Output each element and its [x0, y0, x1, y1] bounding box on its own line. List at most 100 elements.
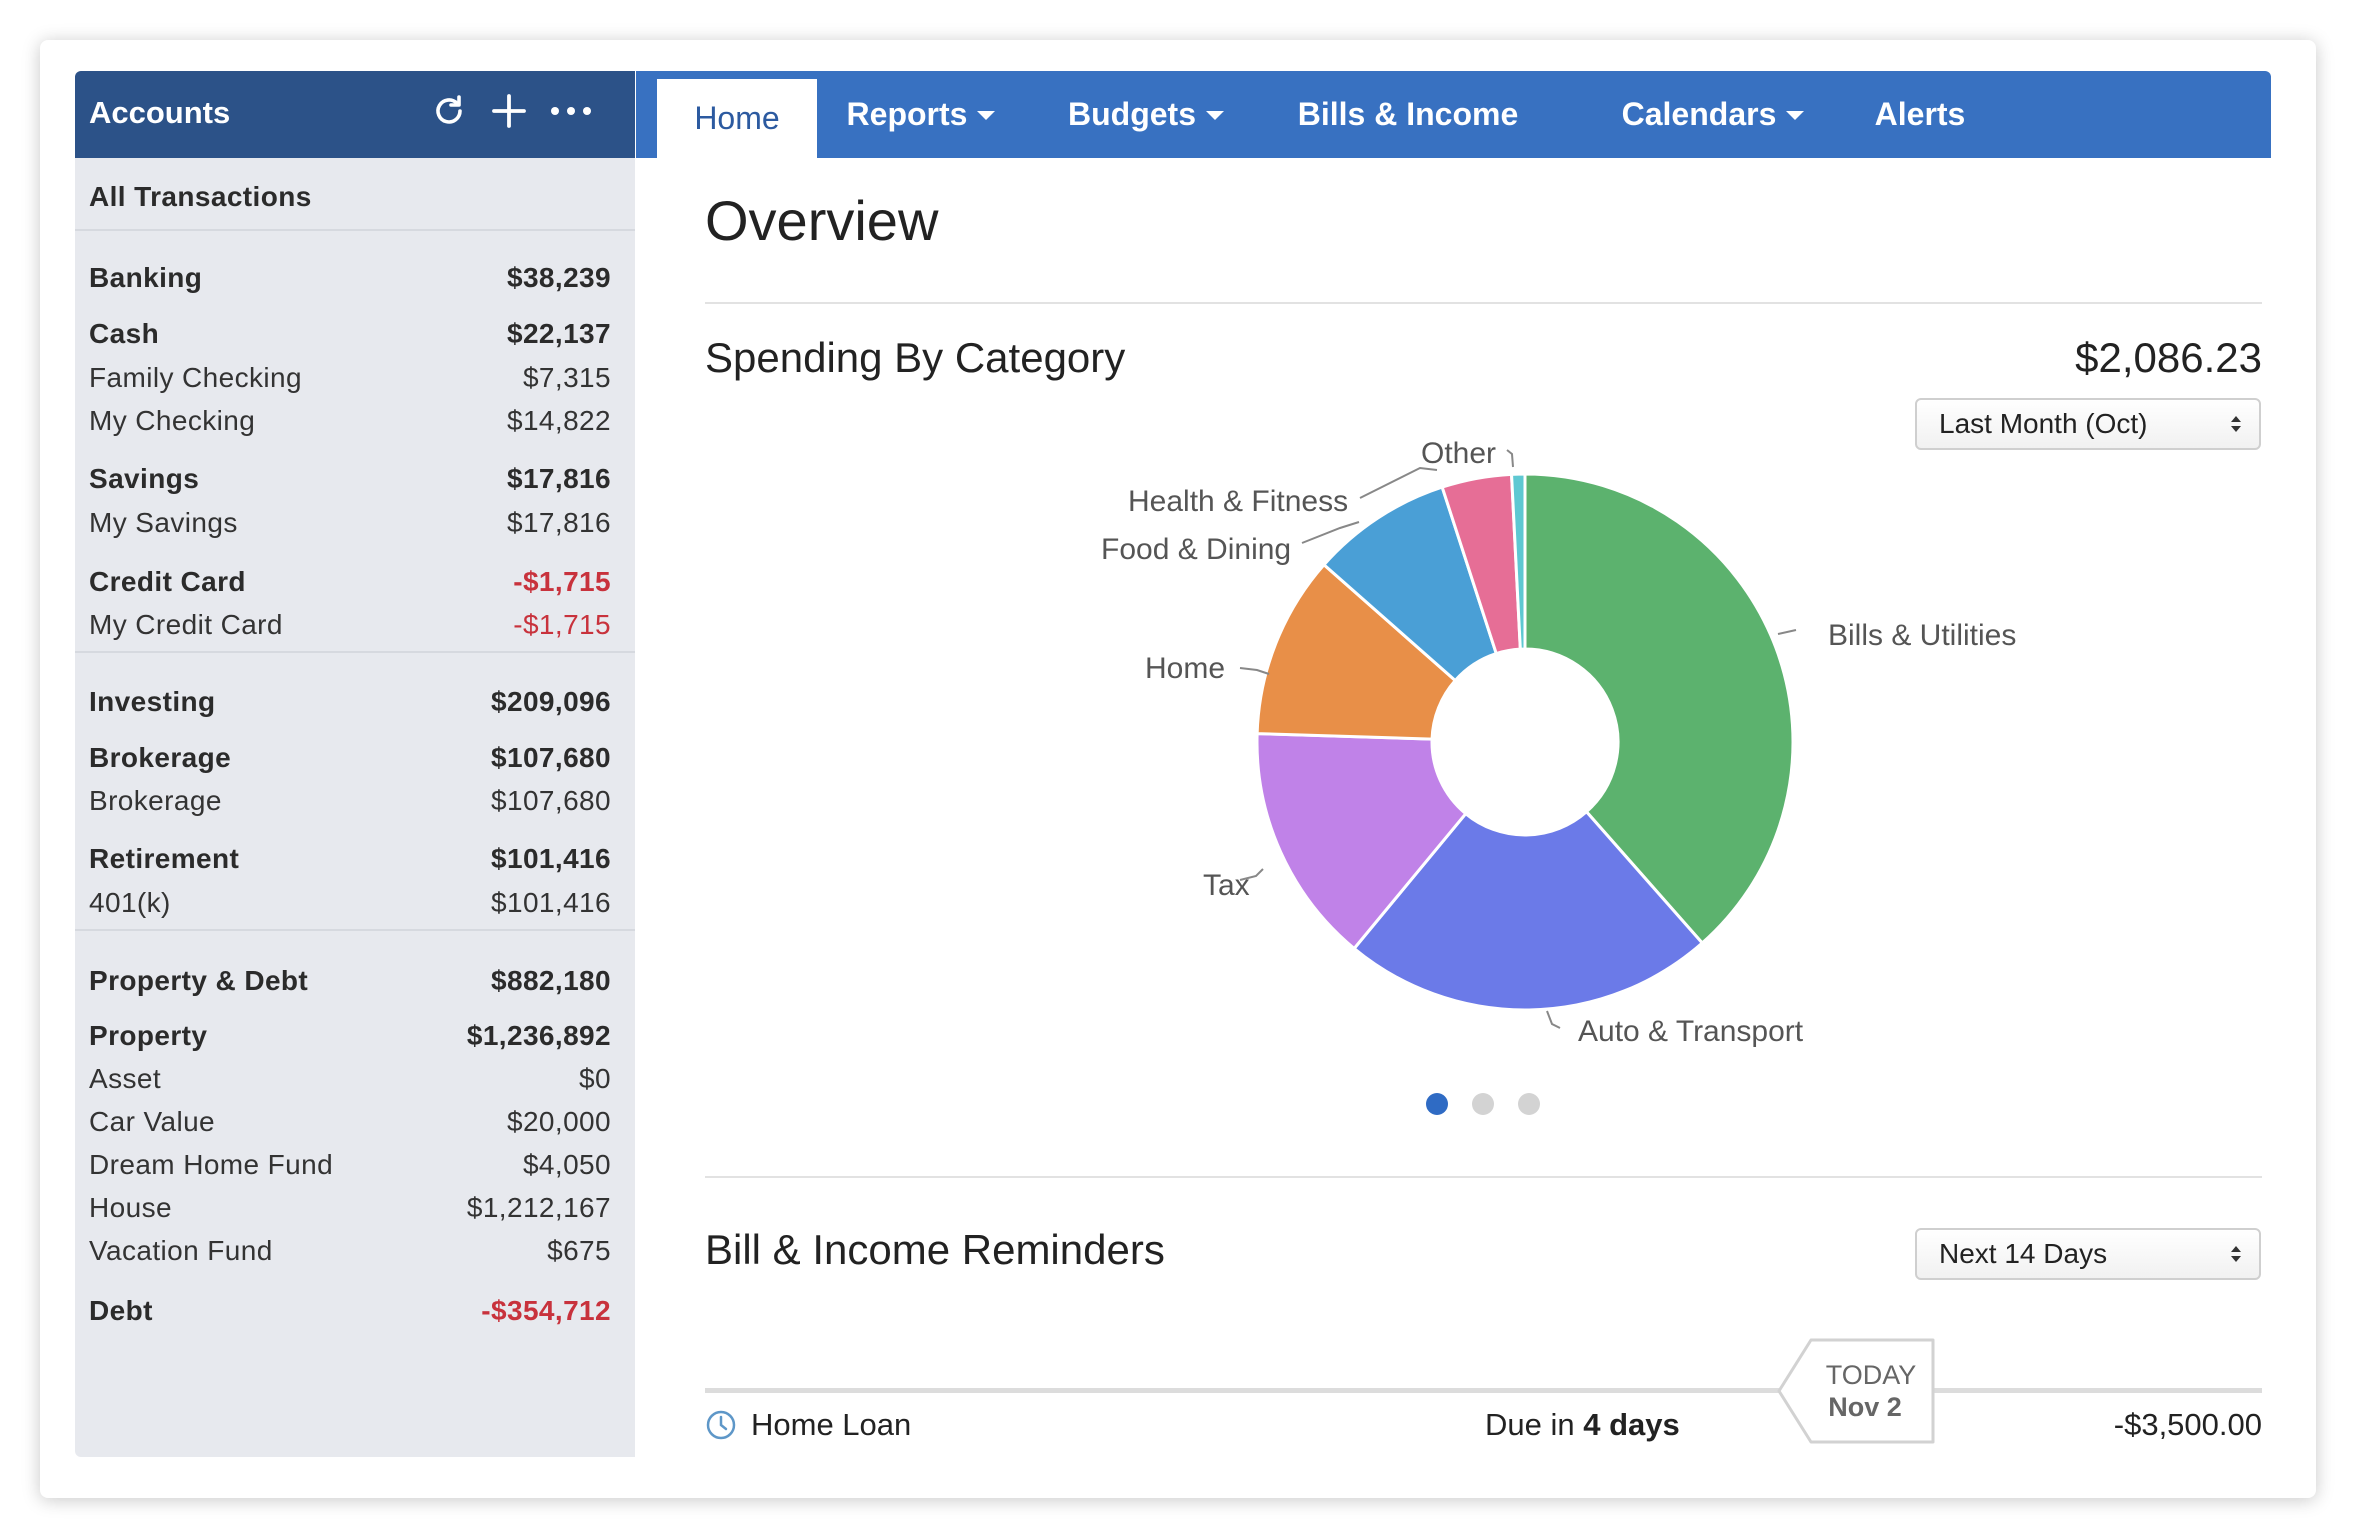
pie-label: Health & Fitness: [1128, 485, 1349, 518]
divider: [75, 929, 635, 931]
tab-label: Bills & Income: [1297, 96, 1519, 132]
divider: [75, 651, 635, 653]
divider: [705, 302, 2262, 304]
account-row[interactable]: Brokerage $107,680: [89, 742, 611, 774]
tab-label: Alerts: [1874, 96, 1966, 132]
reminder-amount: -$3,500.00: [2113, 1407, 2262, 1442]
range-select-value: Next 14 Days: [1939, 1238, 2108, 1269]
tab-bills-income[interactable]: Bills & Income: [1297, 71, 1519, 158]
tab-home[interactable]: Home: [657, 79, 817, 158]
account-row[interactable]: Investing $209,096: [89, 686, 611, 718]
account-balance: $0: [579, 1063, 611, 1094]
spending-donut-chart: [1239, 449, 1797, 1029]
page-title: Overview: [705, 189, 939, 252]
account-balance: $209,096: [491, 686, 611, 717]
account-name: 401(k): [89, 887, 171, 918]
tab-label: Home: [694, 100, 780, 136]
tab-alerts[interactable]: Alerts: [1870, 71, 1970, 158]
account-balance: $38,239: [506, 262, 611, 293]
account-balance: $20,000: [506, 1106, 611, 1137]
account-balance: $22,137: [506, 318, 611, 349]
account-balance: -$1,715: [513, 609, 611, 640]
sidebar-header: Accounts: [75, 71, 635, 158]
carousel-dot[interactable]: [1472, 1093, 1494, 1115]
pie-label: Tax: [1203, 869, 1250, 902]
range-select[interactable]: Next 14 Days: [1915, 1228, 2261, 1280]
account-name: Property: [89, 1020, 208, 1051]
tab-label: Budgets: [1068, 96, 1196, 132]
account-name: My Checking: [89, 405, 256, 436]
pie-label: Auto & Transport: [1578, 1015, 1804, 1048]
reminder-timeline: [705, 1388, 2262, 1393]
period-select-value: Last Month (Oct): [1939, 408, 2148, 439]
pie-label: Home: [1145, 652, 1226, 685]
account-name: Retirement: [89, 843, 240, 874]
account-name: Brokerage: [89, 785, 222, 816]
tab-calendars[interactable]: Calendars: [1608, 71, 1818, 158]
account-row[interactable]: Debt -$354,712: [89, 1295, 611, 1327]
account-row[interactable]: My Credit Card -$1,715: [89, 609, 611, 641]
tab-budgets[interactable]: Budgets: [1056, 71, 1236, 158]
account-row[interactable]: Credit Card -$1,715: [89, 566, 611, 598]
accounts-sidebar: Accounts All Transactions Banking $38,239…: [75, 71, 635, 1457]
account-row[interactable]: Vacation Fund $675: [89, 1235, 611, 1267]
chevron-down-icon: [1786, 111, 1805, 120]
account-row[interactable]: Property & Debt $882,180: [89, 965, 611, 997]
reminder-item[interactable]: Home Loan Due in 4 days -$3,500.00: [705, 1407, 2262, 1451]
select-arrows-icon: [2231, 1246, 2241, 1262]
period-select[interactable]: Last Month (Oct): [1915, 398, 2261, 450]
account-name: My Credit Card: [89, 609, 283, 640]
chevron-down-icon: [977, 111, 996, 120]
reminder-due: Due in 4 days: [1485, 1407, 1680, 1443]
account-name: Car Value: [89, 1106, 216, 1137]
account-row[interactable]: Cash $22,137: [89, 318, 611, 350]
account-name: Banking: [89, 262, 203, 293]
account-row[interactable]: Family Checking $7,315: [89, 362, 611, 394]
today-label: TODAY: [1825, 1360, 1917, 1390]
clock-icon: [705, 1409, 737, 1449]
more-icon[interactable]: [549, 89, 593, 133]
account-name: Investing: [89, 686, 216, 717]
account-row[interactable]: My Checking $14,822: [89, 405, 611, 437]
account-row[interactable]: Car Value $20,000: [89, 1106, 611, 1138]
reminder-due-prefix: Due in: [1485, 1407, 1584, 1442]
account-name: Asset: [89, 1063, 162, 1094]
account-name: Dream Home Fund: [89, 1149, 334, 1180]
all-transactions-link[interactable]: All Transactions: [89, 181, 611, 213]
account-name: Family Checking: [89, 362, 302, 393]
account-row[interactable]: Dream Home Fund $4,050: [89, 1149, 611, 1181]
account-row[interactable]: Brokerage $107,680: [89, 785, 611, 817]
account-row[interactable]: 401(k) $101,416: [89, 887, 611, 919]
tab-reports[interactable]: Reports: [831, 71, 1011, 158]
account-balance: $1,236,892: [466, 1020, 611, 1051]
account-balance: $101,416: [491, 843, 611, 874]
select-arrows-icon: [2231, 416, 2241, 432]
refresh-icon[interactable]: [427, 89, 471, 133]
account-row[interactable]: Property $1,236,892: [89, 1020, 611, 1052]
account-balance: $107,680: [491, 742, 611, 773]
sidebar-title: Accounts: [89, 95, 231, 130]
carousel-dot[interactable]: [1518, 1093, 1540, 1115]
account-balance: $14,822: [506, 405, 611, 436]
account-name: Credit Card: [89, 566, 246, 597]
account-name: Savings: [89, 463, 200, 494]
account-row[interactable]: Asset $0: [89, 1063, 611, 1095]
pie-label: Bills & Utilities: [1828, 619, 2017, 652]
pie-label: Food & Dining: [1101, 533, 1292, 566]
all-transactions-label: All Transactions: [89, 181, 312, 212]
account-name: Property & Debt: [89, 965, 309, 996]
account-row[interactable]: Savings $17,816: [89, 463, 611, 495]
account-row[interactable]: My Savings $17,816: [89, 507, 611, 539]
account-row[interactable]: House $1,212,167: [89, 1192, 611, 1224]
divider: [75, 229, 635, 231]
plus-icon[interactable]: [487, 89, 531, 133]
divider: [705, 1176, 2262, 1178]
pie-label: Other: [1421, 437, 1497, 470]
carousel-dot[interactable]: [1426, 1093, 1448, 1115]
account-row[interactable]: Banking $38,239: [89, 262, 611, 294]
tab-label: Reports: [846, 96, 968, 132]
account-balance: -$1,715: [513, 566, 611, 597]
account-name: Debt: [89, 1295, 153, 1326]
reminders-title: Bill & Income Reminders: [705, 1226, 1165, 1273]
account-row[interactable]: Retirement $101,416: [89, 843, 611, 875]
